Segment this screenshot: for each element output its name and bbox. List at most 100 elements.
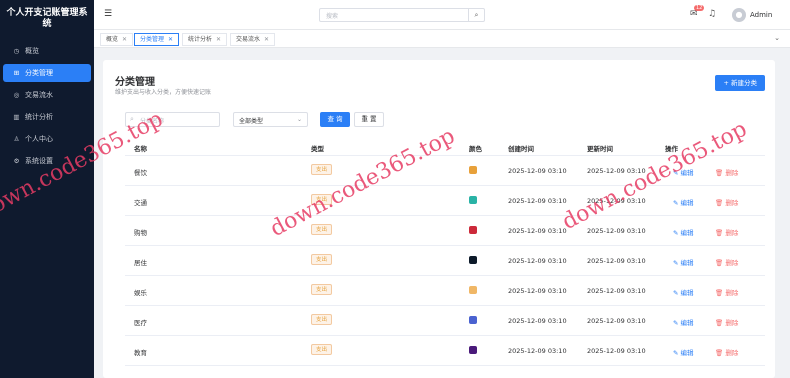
delete-label: 删除	[725, 259, 739, 267]
trash-icon: 🗑	[715, 169, 726, 177]
tab-0[interactable]: 概览 ✕	[100, 33, 134, 46]
chevron-down-icon: ⌄	[296, 116, 302, 123]
row-updated: 2025-12-09 03:10	[587, 227, 646, 235]
row-updated: 2025-12-09 03:10	[587, 317, 646, 325]
delete-label: 删除	[725, 349, 739, 357]
new-category-button[interactable]: + 新建分类	[715, 75, 765, 91]
delete-button[interactable]: 🗑 删除	[715, 287, 738, 297]
chart-icon: ▥	[13, 113, 20, 121]
username[interactable]: Admin	[750, 11, 772, 19]
page-title: 分类管理	[115, 77, 155, 88]
edit-button[interactable]: ✎ 编辑	[673, 197, 694, 207]
bell-icon[interactable]: ♫	[708, 9, 716, 19]
close-icon[interactable]: ✕	[122, 36, 127, 43]
type-badge: 支出	[311, 194, 333, 205]
edit-label: 编辑	[680, 199, 694, 207]
menu-collapse-icon[interactable]: ☰	[104, 9, 112, 19]
edit-button[interactable]: ✎ 编辑	[673, 257, 694, 267]
tab-1[interactable]: 分类管理 ✕	[134, 33, 180, 46]
gear-icon: ⚙	[13, 157, 20, 165]
edit-button[interactable]: ✎ 编辑	[673, 287, 694, 297]
row-updated: 2025-12-09 03:10	[587, 287, 646, 295]
row-created: 2025-12-09 03:10	[508, 287, 567, 295]
edit-button[interactable]: ✎ 编辑	[673, 347, 694, 357]
sidebar-item-3[interactable]: ▥ 统计分析	[3, 108, 91, 126]
edit-icon: ✎	[673, 289, 681, 297]
table-row: 餐饮 支出 2025-12-09 03:10 2025-12-09 03:10 ✎ 编辑…	[125, 156, 765, 186]
category-name-placeholder: 分类名称	[140, 118, 165, 125]
edit-label: 编辑	[680, 169, 694, 177]
delete-label: 删除	[725, 199, 739, 207]
delete-button[interactable]: 🗑 删除	[715, 347, 738, 357]
row-name: 娱乐	[134, 289, 147, 297]
delete-button[interactable]: 🗑 删除	[715, 317, 738, 327]
sidebar-item-0[interactable]: ◷ 概览	[3, 42, 91, 60]
type-badge: 支出	[311, 344, 333, 355]
close-icon[interactable]: ✕	[216, 36, 221, 43]
table-row: 教育 支出 2025-12-09 03:10 2025-12-09 03:10 ✎ 编辑…	[125, 336, 765, 366]
delete-button[interactable]: 🗑 删除	[715, 227, 738, 237]
tab-2[interactable]: 统计分析 ✕	[182, 33, 228, 46]
row-created: 2025-12-09 03:10	[508, 347, 567, 355]
table-header: 名称 类型 颜色 创建时间 更新时间 操作	[125, 138, 765, 156]
sidebar-item-5[interactable]: ⚙ 系统设置	[3, 152, 91, 170]
delete-label: 删除	[725, 169, 739, 177]
chevron-down-icon[interactable]: ⌄	[774, 34, 780, 42]
row-created: 2025-12-09 03:10	[508, 197, 567, 205]
color-swatch	[469, 316, 477, 324]
edit-button[interactable]: ✎ 编辑	[673, 227, 694, 237]
sidebar: 个人开支记账管理系统 ◷ 概览 ⊞ 分类管理 ◎ 交易流水 ▥ 统计分析 ♙ 个人中心 ⚙ 系统设置	[0, 0, 94, 378]
edit-button[interactable]: ✎ 编辑	[673, 317, 694, 327]
row-created: 2025-12-09 03:10	[508, 257, 567, 265]
row-updated: 2025-12-09 03:10	[587, 257, 646, 265]
tab-label: 概览	[106, 36, 119, 43]
sidebar-item-label: 系统设置	[25, 157, 53, 165]
sidebar-item-label: 概览	[25, 47, 39, 55]
col-actions: 操作	[665, 145, 678, 153]
close-icon[interactable]: ✕	[168, 36, 173, 43]
color-swatch	[469, 346, 477, 354]
delete-button[interactable]: 🗑 删除	[715, 257, 738, 267]
edit-icon: ✎	[673, 259, 681, 267]
sidebar-item-4[interactable]: ♙ 个人中心	[3, 130, 91, 148]
row-name: 医疗	[134, 319, 147, 327]
col-type: 类型	[311, 145, 324, 153]
global-search-input[interactable]: 搜索 ⌕	[319, 8, 485, 22]
edit-button[interactable]: ✎ 编辑	[673, 167, 694, 177]
trash-icon: 🗑	[715, 199, 726, 207]
type-select[interactable]: 全部类型 ⌄	[233, 112, 308, 127]
category-name-input[interactable]: ⌕ 分类名称	[125, 112, 220, 127]
trash-icon: 🗑	[715, 229, 726, 237]
delete-button[interactable]: 🗑 删除	[715, 167, 738, 177]
dashboard-icon: ◷	[13, 47, 20, 55]
delete-button[interactable]: 🗑 删除	[715, 197, 738, 207]
sidebar-item-2[interactable]: ◎ 交易流水	[3, 86, 91, 104]
notification-badge: 12	[694, 5, 705, 11]
avatar[interactable]: ●	[732, 8, 746, 22]
color-swatch	[469, 166, 477, 174]
delete-label: 删除	[725, 319, 739, 327]
color-swatch	[469, 256, 477, 264]
sidebar-item-label: 分类管理	[25, 69, 53, 77]
reset-button[interactable]: 重 置	[354, 112, 384, 127]
color-swatch	[469, 226, 477, 234]
search-icon[interactable]: ⌕	[468, 9, 484, 21]
search-icon: ⌕	[130, 115, 134, 123]
sidebar-item-1[interactable]: ⊞ 分类管理	[3, 64, 91, 82]
tab-label: 分类管理	[140, 36, 165, 43]
table-row: 居住 支出 2025-12-09 03:10 2025-12-09 03:10 ✎ 编辑…	[125, 246, 765, 276]
row-created: 2025-12-09 03:10	[508, 167, 567, 175]
query-button[interactable]: 查 询	[320, 112, 350, 127]
edit-icon: ✎	[673, 349, 681, 357]
edit-label: 编辑	[680, 289, 694, 297]
edit-icon: ✎	[673, 199, 681, 207]
trash-icon: 🗑	[715, 259, 726, 267]
edit-label: 编辑	[680, 349, 694, 357]
tab-label: 统计分析	[188, 36, 213, 43]
top-header: ☰ 搜索 ⌕ ✉ 12 ♫ ● Admin	[94, 0, 790, 30]
tab-3[interactable]: 交易流水 ✕	[230, 33, 276, 46]
close-icon[interactable]: ✕	[264, 36, 269, 43]
table-row: 交通 支出 2025-12-09 03:10 2025-12-09 03:10 ✎ 编辑…	[125, 186, 765, 216]
col-created: 创建时间	[508, 145, 534, 153]
tab-label: 交易流水	[236, 36, 261, 43]
